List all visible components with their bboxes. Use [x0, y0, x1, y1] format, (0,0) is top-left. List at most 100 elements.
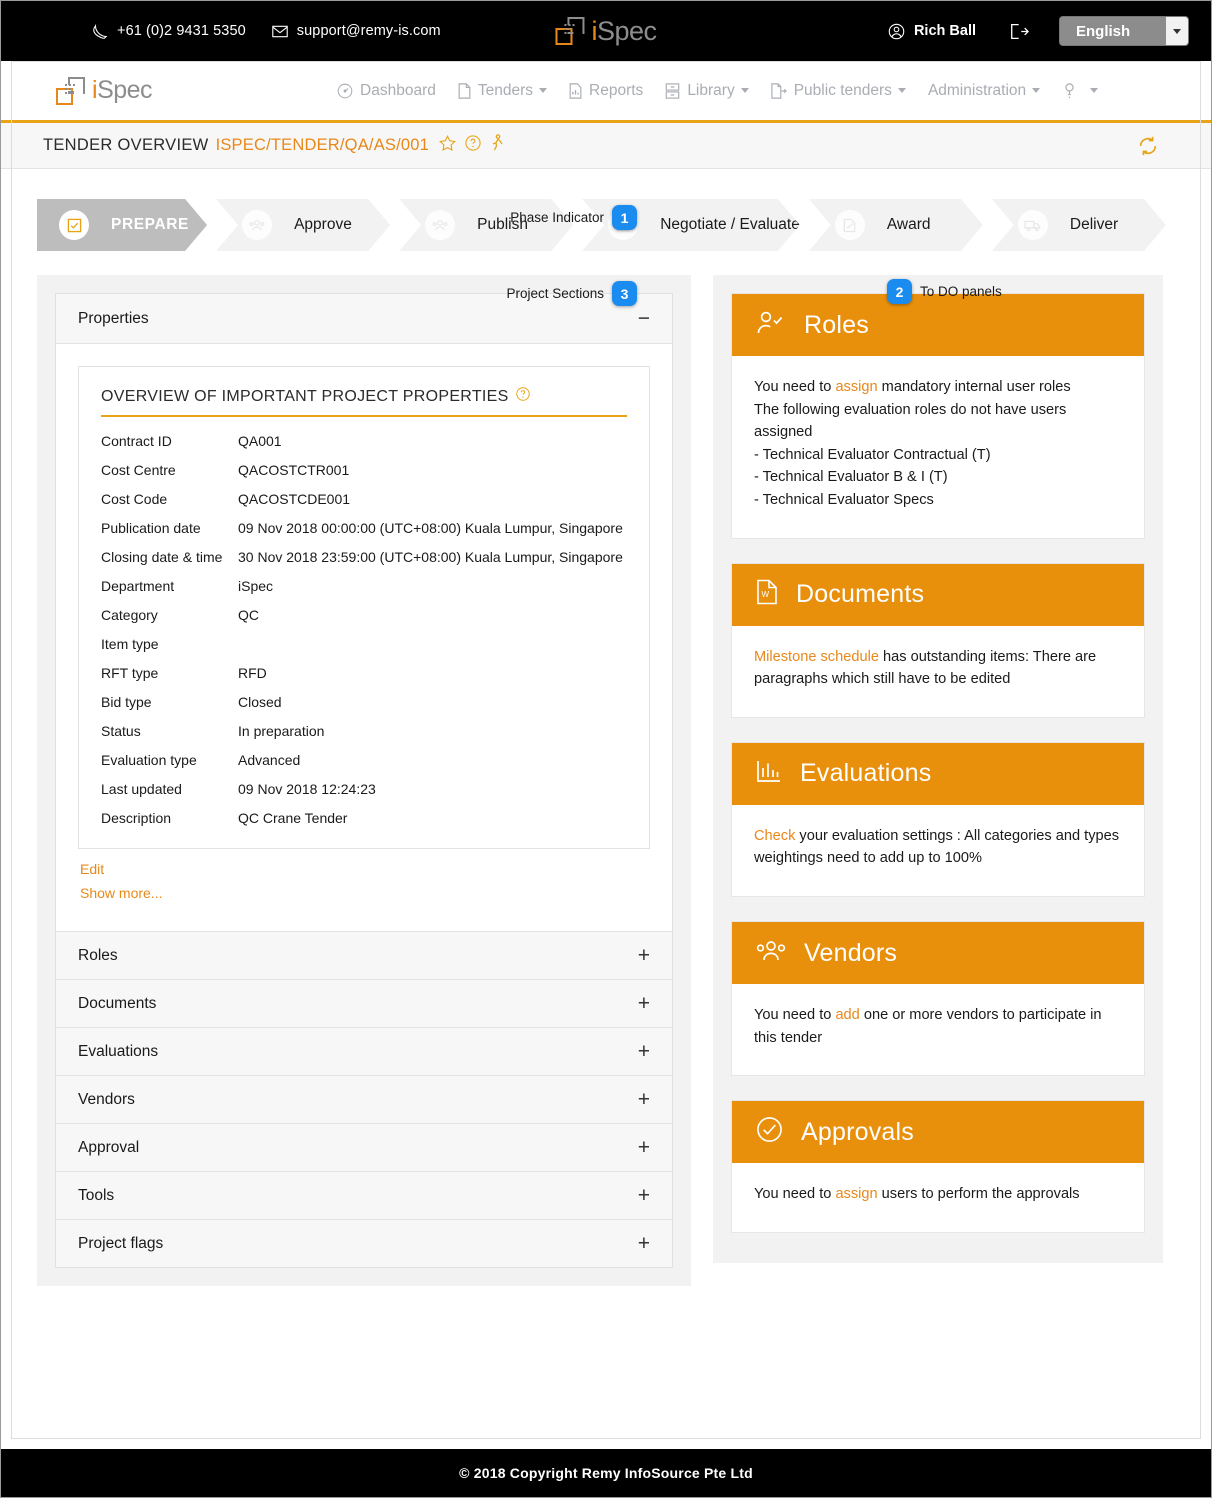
question-circle-icon[interactable] — [515, 387, 530, 406]
nav-item-help[interactable] — [1062, 82, 1099, 99]
user-menu[interactable]: Rich Ball — [888, 23, 976, 40]
nav-items: Dashboard Tenders Reports Library Public… — [337, 82, 1120, 100]
logo-wordmark: iSpec — [92, 76, 153, 104]
phase-label: Award — [886, 216, 931, 233]
annotation-label: Project Sections — [506, 286, 604, 301]
nav-item-dashboard[interactable]: Dashboard — [337, 82, 436, 100]
todo-action-link[interactable]: Check — [754, 828, 795, 844]
chevron-down-icon[interactable] — [1166, 17, 1188, 45]
property-key: Bid type — [101, 694, 152, 710]
property-key: Department — [101, 578, 175, 594]
nav-item-tenders[interactable]: Tenders — [458, 81, 548, 100]
expand-plus-icon[interactable]: + — [638, 1185, 650, 1206]
property-value: 30 Nov 2018 23:59:00 (UTC+08:00) Kuala L… — [238, 549, 623, 565]
star-outline-icon[interactable] — [439, 134, 456, 157]
property-value: QC Crane Tender — [238, 810, 348, 826]
section-vendors[interactable]: Vendors + — [56, 1075, 672, 1123]
todo-text-pre: You need to — [754, 1007, 836, 1024]
todo-panels-column: Roles You need to assign mandatory inter… — [713, 275, 1163, 1263]
people-group-icon — [756, 939, 786, 968]
question-circle-icon[interactable] — [465, 135, 481, 156]
nav-item-public-tenders[interactable]: Public tenders — [771, 82, 906, 100]
phase-label: Approve — [294, 216, 352, 233]
property-row: Description QC Crane Tender — [101, 810, 627, 826]
app-page: +61 (0)2 9431 5350 support@remy-is.com i… — [0, 0, 1212, 1498]
todo-action-link[interactable]: assign — [835, 1186, 877, 1202]
section-label: Evaluations — [78, 1042, 159, 1060]
properties-box-title: OVERVIEW OF IMPORTANT PROJECT PROPERTIES — [101, 387, 627, 417]
logo-wordmark: iSpec — [591, 15, 657, 46]
section-documents[interactable]: Documents + — [56, 979, 672, 1027]
nav-item-reports[interactable]: Reports — [569, 82, 643, 100]
logout-icon[interactable] — [1010, 23, 1029, 40]
report-chart-icon — [569, 82, 582, 99]
user-name: Rich Ball — [913, 23, 976, 39]
expand-plus-icon[interactable]: + — [638, 1089, 650, 1110]
property-row: Closing date & time 30 Nov 2018 23:59:00 … — [101, 549, 627, 565]
email-contact[interactable]: support@remy-is.com — [272, 23, 441, 39]
todo-action-link[interactable]: assign — [835, 379, 877, 395]
walking-person-icon[interactable] — [490, 134, 504, 157]
phase-step-approve[interactable]: Approve — [216, 199, 390, 251]
ispec-logo-mark — [555, 16, 585, 46]
phase-step-prepare[interactable]: PREPARE — [37, 199, 207, 251]
check-circle-icon — [756, 1116, 783, 1148]
todo-bullet: - Technical Evaluator Specs — [754, 492, 934, 509]
property-key: Last updated — [101, 781, 182, 797]
phase-step-award[interactable]: Award — [809, 199, 983, 251]
bar-chart-icon — [756, 759, 782, 788]
nav-item-administration[interactable]: Administration — [928, 82, 1041, 100]
user-circle-icon — [888, 23, 905, 40]
todo-action-link[interactable]: add — [835, 1007, 859, 1023]
people-icon — [425, 210, 455, 240]
tender-code[interactable]: ISPEC/TENDER/QA/AS/001 — [216, 136, 429, 154]
topbar-logo[interactable]: iSpec — [555, 15, 657, 47]
phase-step-deliver[interactable]: Deliver — [992, 199, 1166, 251]
annotation-phase-indicator: Phase Indicator 1 — [510, 205, 637, 230]
todo-panel-title: Roles — [804, 310, 869, 339]
phone-contact[interactable]: +61 (0)2 9431 5350 — [93, 23, 246, 39]
section-roles[interactable]: Roles + — [56, 931, 672, 979]
todo-bullet-list: - Technical Evaluator Contractual (T) - … — [754, 444, 1122, 512]
section-evaluations[interactable]: Evaluations + — [56, 1027, 672, 1075]
project-sections-column: Properties − OVERVIEW OF IMPORTANT PROJE… — [37, 275, 691, 1286]
property-key: Closing date & time — [101, 549, 223, 565]
property-value: QACOSTCTR001 — [238, 462, 350, 478]
section-tools[interactable]: Tools + — [56, 1171, 672, 1219]
show-more-link[interactable]: Show more... — [80, 885, 650, 901]
property-key: Cost Code — [101, 491, 168, 507]
signed-document-icon — [835, 210, 865, 240]
todo-panel-body: You need to assign mandatory internal us… — [732, 356, 1144, 538]
section-project-flags[interactable]: Project flags + — [56, 1219, 672, 1267]
todo-action-link[interactable]: Milestone schedule — [754, 649, 879, 665]
property-row: Status In preparation — [101, 723, 627, 739]
todo-panel-title: Evaluations — [800, 759, 932, 788]
property-key: RFT type — [101, 665, 159, 681]
page-footer: © 2018 Copyright Remy InfoSource Pte Ltd — [1, 1449, 1211, 1497]
expand-plus-icon[interactable]: + — [638, 1137, 650, 1158]
todo-text-post: mandatory internal user roles — [877, 379, 1071, 395]
collapse-minus-icon[interactable]: − — [638, 308, 650, 329]
nav-item-library[interactable]: Library — [665, 82, 749, 100]
annotation-badge: 3 — [612, 281, 637, 306]
edit-link[interactable]: Edit — [80, 861, 650, 877]
expand-plus-icon[interactable]: + — [638, 1233, 650, 1254]
navbar-logo[interactable]: iSpec — [56, 76, 153, 106]
nav-label: Tenders — [477, 81, 534, 99]
property-row: Bid type Closed — [101, 694, 627, 710]
refresh-sync-icon[interactable] — [1137, 135, 1159, 157]
property-value: Advanced — [238, 752, 301, 768]
property-value: QACOSTCDE001 — [238, 491, 351, 507]
expand-plus-icon[interactable]: + — [638, 993, 650, 1014]
annotation-label: Phase Indicator — [510, 210, 604, 225]
chevron-down-icon — [740, 88, 749, 93]
section-approval[interactable]: Approval + — [56, 1123, 672, 1171]
chevron-down-icon — [897, 88, 906, 93]
expand-plus-icon[interactable]: + — [638, 945, 650, 966]
annotation-badge: 1 — [612, 205, 637, 230]
properties-accordion-body: OVERVIEW OF IMPORTANT PROJECT PROPERTIES… — [56, 344, 672, 931]
expand-plus-icon[interactable]: + — [638, 1041, 650, 1062]
language-selector[interactable]: English — [1059, 16, 1189, 46]
property-row: Cost Centre QACOSTCTR001 — [101, 462, 627, 478]
property-value: 09 Nov 2018 00:00:00 (UTC+08:00) Kuala L… — [238, 520, 623, 536]
